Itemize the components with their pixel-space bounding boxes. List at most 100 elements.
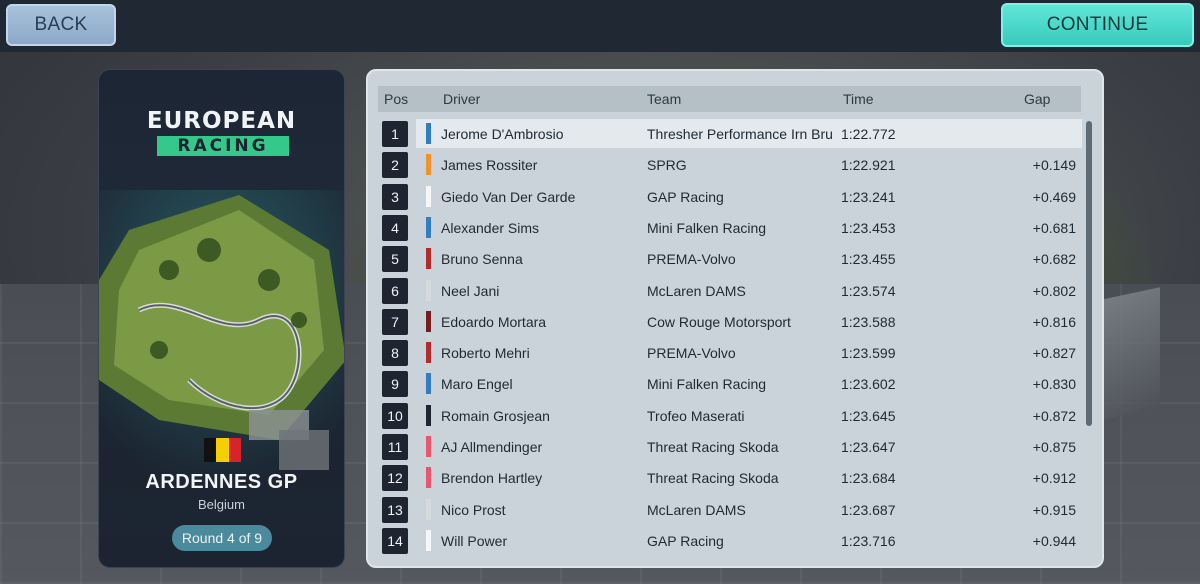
lap-time: 1:23.599 [841,345,896,362]
position-badge: 14 [382,527,408,554]
team-name: Mini Falken Racing [647,219,767,236]
time-gap: +0.802 [1032,282,1076,299]
driver-name: Edoardo Mortara [441,313,547,330]
result-row[interactable]: 5 Bruno Senna PREMA-Volvo 1:23.455 +0.682 [382,244,1080,275]
header-driver: Driver [443,91,481,107]
time-gap: +0.681 [1032,219,1076,236]
lap-time: 1:23.684 [841,470,896,487]
grand-prix-country: Belgium [198,497,245,512]
team-name: PREMA-Volvo [647,345,736,362]
result-row[interactable]: 1 Jerome D'Ambrosio Thresher Performance I… [382,119,1082,150]
driver-name: Romain Grosjean [441,407,550,424]
result-row[interactable]: 12 Brendon Hartley Threat Racing Skoda 1:23… [382,463,1080,494]
lap-time: 1:22.772 [841,126,896,142]
position-badge: 9 [382,371,408,398]
team-name: Threat Racing Skoda [647,439,779,455]
time-gap: +0.149 [1032,157,1076,174]
driver-name: Neel Jani [441,282,500,299]
results-panel: Pos Driver Team Time Gap 1 Jerome D'Ambro… [366,69,1104,568]
team-color-bar [426,498,431,520]
series-logo-line2: RACING [157,136,289,156]
position-badge: 1 [382,121,408,147]
team-color-bar [426,529,431,551]
driver-name: Jerome D'Ambrosio [441,126,564,142]
team-color-bar [426,467,431,489]
result-row[interactable]: 11 AJ Allmendinger Threat Racing Skoda 1:23… [382,432,1080,463]
position-badge: 2 [382,152,408,179]
lap-time: 1:23.588 [841,313,896,330]
results-list[interactable]: 1 Jerome D'Ambrosio Thresher Performance I… [368,119,1084,559]
team-name: Cow Rouge Motorsport [647,313,791,330]
time-gap: +0.944 [1032,532,1076,549]
team-name: PREMA-Volvo [647,251,736,268]
lap-time: 1:23.647 [841,439,896,455]
driver-name: Brendon Hartley [441,470,543,487]
driver-name: James Rossiter [441,157,538,174]
time-gap: +0.830 [1032,376,1076,393]
result-row[interactable]: 14 Will Power GAP Racing 1:23.716 +0.944 [382,526,1080,557]
lap-time: 1:22.921 [841,157,896,174]
team-name: Mini Falken Racing [647,376,767,393]
team-name: McLaren DAMS [647,282,746,299]
team-color-bar [426,154,431,176]
belgium-flag-icon [204,438,241,462]
result-row[interactable]: 2 James Rossiter SPRG 1:22.921 +0.149 [382,150,1080,181]
lap-time: 1:23.241 [841,188,896,205]
team-name: GAP Racing [647,532,724,549]
header-gap: Gap [1024,91,1051,107]
time-gap: +0.816 [1032,313,1076,330]
result-row[interactable]: 6 Neel Jani McLaren DAMS 1:23.574 +0.802 [382,276,1080,307]
round-badge: Round 4 of 9 [172,525,272,551]
flag-stripe [228,438,241,462]
lap-time: 1:23.687 [841,501,896,518]
result-row[interactable]: 4 Alexander Sims Mini Falken Racing 1:23.45… [382,213,1080,244]
result-row[interactable]: 13 Nico Prost McLaren DAMS 1:23.687 +0.915 [382,495,1080,526]
driver-name: Roberto Mehri [441,345,530,362]
position-badge: 13 [382,496,408,523]
result-row[interactable]: 10 Romain Grosjean Trofeo Maserati 1:23.645… [382,401,1080,432]
team-name: Threat Racing Skoda [647,470,779,487]
position-badge: 12 [382,465,408,492]
team-name: Thresher Performance Irn Bru [647,126,833,142]
driver-name: AJ Allmendinger [441,439,543,455]
back-button[interactable]: BACK [6,4,116,46]
position-badge: 8 [382,340,408,367]
result-row[interactable]: 3 Giedo Van Der Garde GAP Racing 1:23.241 +0… [382,182,1080,213]
team-color-bar [426,373,431,395]
event-card: EUROPEAN RACING ARDENNES GP Belgium Roun… [98,69,345,568]
header-team: Team [647,91,682,107]
lap-time: 1:23.716 [841,532,896,549]
team-color-bar [426,248,431,270]
driver-name: Maro Engel [441,376,513,393]
time-gap: +0.875 [1032,439,1076,455]
results-scrollbar[interactable] [1086,121,1092,426]
driver-name: Giedo Van Der Garde [441,188,576,205]
position-badge: 10 [382,402,408,429]
result-row[interactable]: 8 Roberto Mehri PREMA-Volvo 1:23.599 +0.827 [382,338,1080,369]
time-gap: +0.872 [1032,407,1076,424]
position-badge: 7 [382,308,408,335]
results-header: Pos Driver Team Time Gap [378,86,1081,112]
driver-name: Will Power [441,532,508,549]
continue-button[interactable]: CONTINUE [1001,3,1194,47]
team-color-bar [426,342,431,364]
top-bar: BACK CONTINUE [0,0,1200,52]
time-gap: +0.915 [1032,501,1076,518]
team-color-bar [426,310,431,332]
driver-name: Alexander Sims [441,219,540,236]
position-badge: 5 [382,246,408,273]
series-logo-line1: EUROPEAN [146,108,297,134]
result-row[interactable]: 7 Edoardo Mortara Cow Rouge Motorsport 1:23… [382,307,1080,338]
flag-stripe [204,438,217,462]
result-row[interactable]: 9 Maro Engel Mini Falken Racing 1:23.602 +0.… [382,369,1080,400]
driver-name: Bruno Senna [441,251,523,268]
team-color-bar [426,123,431,144]
position-badge: 3 [382,183,408,210]
team-name: SPRG [647,157,687,174]
header-pos: Pos [384,91,409,107]
team-name: McLaren DAMS [647,501,746,518]
lap-time: 1:23.602 [841,376,896,393]
team-color-bar [426,404,431,426]
team-color-bar [426,185,431,207]
time-gap: +0.682 [1032,251,1076,268]
